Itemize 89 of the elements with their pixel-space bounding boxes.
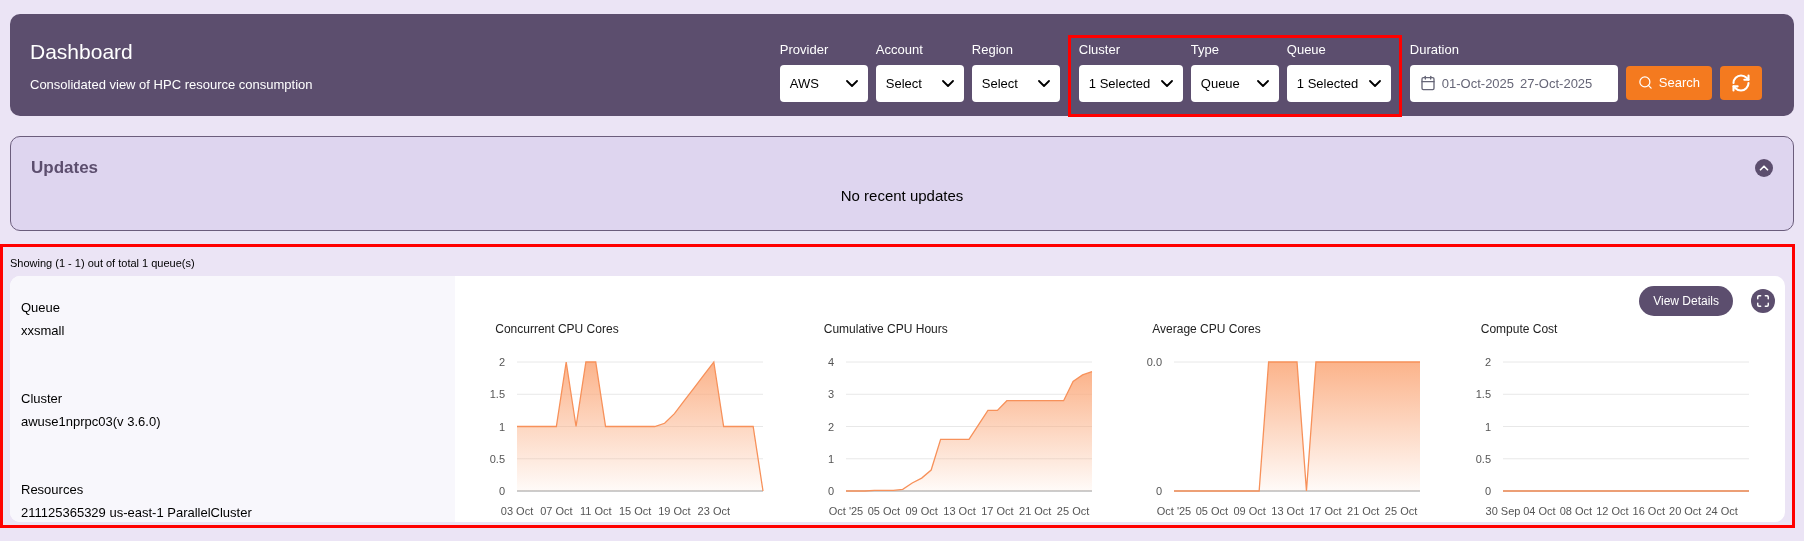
page-title: Dashboard — [30, 38, 134, 65]
chart-title: Average CPU Cores — [1152, 320, 1262, 338]
filter-label: Region — [971, 41, 1014, 60]
axis-label: 15 Oct — [619, 504, 652, 517]
axis-label: 25 Oct — [1385, 504, 1418, 517]
axis-label: 21 Oct — [1347, 504, 1380, 517]
view-details-button[interactable]: View Details — [1639, 285, 1733, 316]
axis-label: 19 Oct — [658, 504, 691, 517]
fullscreen-button[interactable] — [1751, 288, 1775, 313]
axis-label: 4 — [827, 355, 834, 368]
date-range-field[interactable]: 01-Oct-2025 27-Oct-2025 — [1409, 64, 1618, 102]
refresh-button[interactable] — [1720, 65, 1762, 100]
chevron-down-icon — [1037, 79, 1050, 87]
axis-label: 0.5 — [489, 452, 506, 465]
filter-label: Provider — [779, 41, 830, 60]
fullscreen-icon — [1756, 293, 1770, 308]
chevron-down-icon — [1368, 79, 1381, 87]
filter-dropdown[interactable]: AWS — [779, 64, 868, 102]
axis-label: 09 Oct — [905, 504, 938, 517]
calendar-icon — [1419, 75, 1436, 92]
filter-dropdown[interactable]: Queue — [1190, 64, 1279, 102]
filter-label: Duration — [1409, 41, 1460, 60]
filter-dropdown[interactable]: 1 Selected — [1078, 64, 1183, 102]
axis-label: 20 Oct — [1668, 504, 1702, 517]
chart-title: Cumulative CPU Hours — [823, 320, 949, 338]
axis-label: 05 Oct — [1195, 504, 1229, 517]
axis-label: 30 Sep — [1485, 504, 1521, 517]
axis-label: 11 Oct — [580, 504, 612, 517]
axis-label: 04 Oct — [1523, 504, 1556, 517]
axis-label: 1.5 — [489, 387, 506, 400]
axis-label: 16 Oct — [1632, 504, 1665, 517]
filter-label: Queue — [1286, 41, 1327, 60]
detail-label: Queue — [21, 298, 62, 317]
axis-label: 09 Oct — [1233, 504, 1267, 517]
axis-label: 0 — [827, 484, 834, 497]
axis-label: 07 Oct — [540, 504, 573, 517]
chevron-down-icon — [1256, 79, 1269, 87]
axis-label: 0.0 — [1146, 355, 1163, 368]
axis-label: 0 — [1484, 484, 1491, 497]
filter-label: Cluster — [1078, 41, 1121, 60]
detail-label: Resources — [21, 480, 85, 499]
axis-label: 1 — [499, 420, 506, 432]
chevron-down-icon — [1160, 79, 1173, 87]
axis-label: 0 — [1156, 484, 1163, 497]
detail-value: xxsmall — [21, 322, 66, 340]
chevron-down-icon — [845, 79, 858, 87]
axis-label: 2 — [1484, 355, 1491, 368]
filter-label: Account — [875, 41, 924, 60]
search-icon — [1637, 75, 1653, 91]
end-date: 27-Oct-2025 — [1520, 74, 1593, 93]
filter-dropdown[interactable]: Select — [971, 64, 1060, 102]
start-date: 01-Oct-2025 — [1441, 74, 1515, 93]
axis-label: 13 Oct — [943, 504, 976, 517]
axis-label: 0.5 — [1475, 452, 1491, 465]
axis-label: 24 Oct — [1705, 504, 1738, 517]
page-subtitle: Consolidated view of HPC resource consumption — [30, 76, 313, 94]
axis-label: 3 — [827, 387, 834, 400]
refresh-icon — [1731, 72, 1751, 93]
axis-label: 1.5 — [1475, 387, 1491, 400]
axis-label: 1 — [827, 452, 834, 465]
axis-label: 21 Oct — [1018, 504, 1052, 517]
axis-label: 05 Oct — [867, 504, 900, 517]
axis-label: 08 Oct — [1559, 504, 1592, 517]
axis-label: Oct '25 — [1157, 504, 1192, 517]
axis-label: 2 — [827, 420, 834, 432]
axis-label: 1 — [1484, 420, 1491, 432]
axis-label: 03 Oct — [501, 504, 534, 517]
axis-label: 17 Oct — [1309, 504, 1342, 517]
axis-label: 23 Oct — [697, 504, 731, 517]
detail-value: awuse1nprpc03(v 3.6.0) — [21, 413, 162, 431]
empty-message: No recent updates — [840, 185, 964, 206]
axis-label: 0 — [499, 484, 506, 497]
filter-dropdown[interactable]: 1 Selected — [1286, 64, 1391, 102]
updates-title: Updates — [31, 157, 99, 179]
detail-value: 211125365329 us-east-1 ParallelCluster — [21, 504, 253, 522]
detail-label: Cluster — [21, 389, 64, 408]
axis-label: 13 Oct — [1271, 504, 1304, 517]
axis-label: 17 Oct — [980, 504, 1014, 517]
chart-title: Concurrent CPU Cores — [495, 320, 620, 338]
axis-label: 2 — [499, 355, 506, 368]
axis-label: 25 Oct — [1056, 504, 1090, 517]
filter-label: Type — [1190, 41, 1220, 60]
collapse-button[interactable] — [1755, 158, 1773, 177]
axis-label: Oct '25 — [828, 504, 863, 517]
filter-dropdown[interactable]: Select — [875, 64, 964, 102]
chevron-down-icon — [941, 79, 954, 87]
chart-title: Compute Cost — [1480, 320, 1559, 338]
results-summary: Showing (1 - 1) out of total 1 queue(s) — [10, 256, 196, 271]
axis-label: 12 Oct — [1595, 504, 1629, 517]
